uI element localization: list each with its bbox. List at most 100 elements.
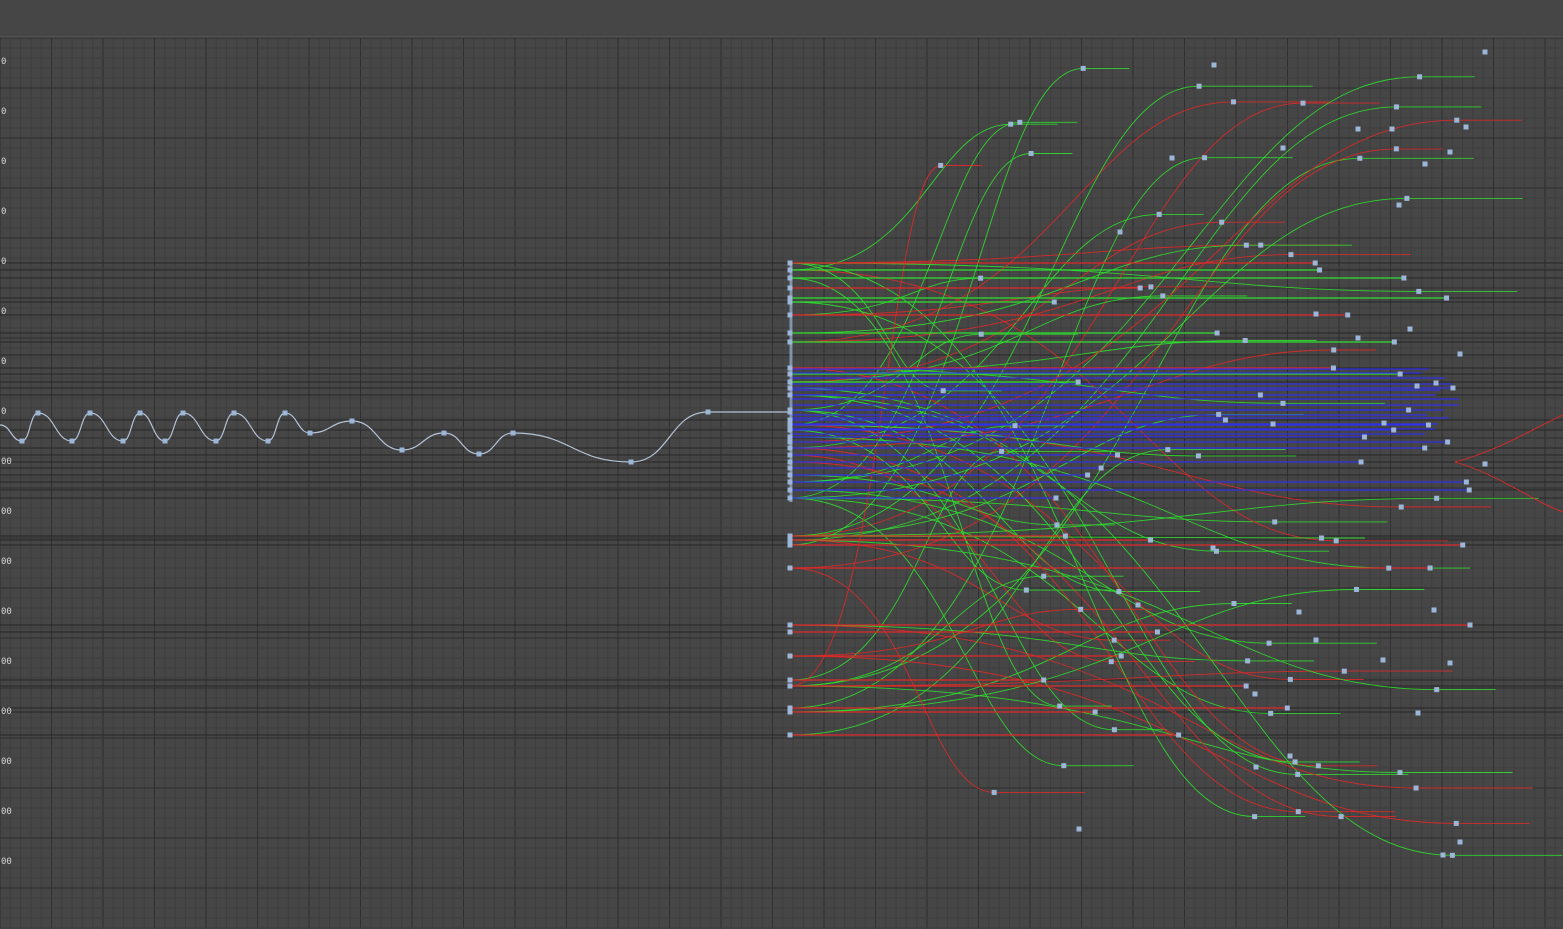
keyframe-icon[interactable]	[1338, 814, 1344, 820]
keyframe-icon[interactable]	[787, 732, 793, 738]
keyframe-icon[interactable]	[399, 447, 405, 453]
keyframe-icon[interactable]	[1242, 337, 1248, 343]
keyframe-icon[interactable]	[1445, 439, 1451, 445]
keyframe-icon[interactable]	[1407, 326, 1413, 332]
keyframe-icon[interactable]	[787, 709, 793, 715]
keyframe-icon[interactable]	[1460, 542, 1466, 548]
keyframe-icon[interactable]	[1154, 629, 1160, 635]
keyframe-icon[interactable]	[1393, 104, 1399, 110]
animation-curve[interactable]	[789, 447, 1395, 813]
keyframe-icon[interactable]	[1148, 537, 1154, 543]
keyframe-icon[interactable]	[1041, 677, 1047, 683]
keyframe-icon[interactable]	[978, 275, 984, 281]
keyframe-icon[interactable]	[1417, 74, 1423, 80]
animation-curve[interactable]	[789, 489, 1377, 644]
keyframe-icon[interactable]	[1160, 293, 1166, 299]
keyframe-icon[interactable]	[510, 430, 516, 436]
keyframe-icon[interactable]	[1078, 606, 1084, 612]
keyframe-icon[interactable]	[1111, 727, 1117, 733]
keyframe-icon[interactable]	[1391, 339, 1397, 345]
keyframe-icon[interactable]	[1272, 519, 1278, 525]
keyframe-icon[interactable]	[1345, 312, 1351, 318]
keyframe-icon[interactable]	[349, 418, 355, 424]
keyframe-icon[interactable]	[1361, 434, 1367, 440]
keyframe-icon[interactable]	[1401, 275, 1407, 281]
keyframe-icon[interactable]	[1231, 601, 1237, 607]
keyframe-icon[interactable]	[1148, 284, 1154, 290]
keyframe-icon[interactable]	[787, 537, 793, 543]
keyframe-icon[interactable]	[1457, 351, 1463, 357]
keyframe-icon[interactable]	[1380, 657, 1386, 663]
keyframe-icon[interactable]	[1413, 785, 1419, 791]
keyframe-icon[interactable]	[1243, 683, 1249, 689]
keyframe-icon[interactable]	[1210, 545, 1216, 551]
keyframe-icon[interactable]	[1482, 49, 1488, 55]
keyframe-icon[interactable]	[1357, 155, 1363, 161]
keyframe-icon[interactable]	[1315, 763, 1321, 769]
keyframe-icon[interactable]	[787, 542, 793, 548]
keyframe-icon[interactable]	[35, 410, 41, 416]
keyframe-icon[interactable]	[1252, 691, 1258, 697]
keyframe-icon[interactable]	[1108, 659, 1114, 665]
keyframe-icon[interactable]	[1135, 602, 1141, 608]
keyframe-icon[interactable]	[1028, 150, 1034, 156]
keyframe-icon[interactable]	[1253, 764, 1259, 770]
keyframe-icon[interactable]	[441, 430, 447, 436]
keyframe-icon[interactable]	[1195, 453, 1201, 459]
keyframe-icon[interactable]	[1137, 285, 1143, 291]
keyframe-icon[interactable]	[1386, 565, 1392, 571]
keyframe-icon[interactable]	[1080, 65, 1086, 71]
keyframe-icon[interactable]	[1467, 622, 1473, 628]
keyframe-icon[interactable]	[1196, 83, 1202, 89]
keyframe-icon[interactable]	[1330, 365, 1336, 371]
keyframe-icon[interactable]	[1023, 587, 1029, 593]
keyframe-icon[interactable]	[1075, 379, 1081, 385]
keyframe-icon[interactable]	[1116, 589, 1122, 595]
keyframe-icon[interactable]	[1057, 703, 1063, 709]
keyframe-icon[interactable]	[1415, 710, 1421, 716]
keyframe-icon[interactable]	[1295, 809, 1301, 815]
keyframe-icon[interactable]	[1355, 335, 1361, 341]
keyframe-icon[interactable]	[1397, 769, 1403, 775]
keyframe-icon[interactable]	[1111, 637, 1117, 643]
keyframe-icon[interactable]	[787, 629, 793, 635]
keyframe-icon[interactable]	[1406, 407, 1412, 413]
keyframe-icon[interactable]	[1434, 687, 1440, 693]
keyframe-icon[interactable]	[231, 410, 237, 416]
keyframe-icon[interactable]	[1280, 145, 1286, 151]
keyframe-icon[interactable]	[991, 789, 997, 795]
keyframe-icon[interactable]	[705, 409, 711, 415]
keyframe-icon[interactable]	[1422, 161, 1428, 167]
keyframe-icon[interactable]	[282, 410, 288, 416]
keyframe-icon[interactable]	[999, 448, 1005, 454]
keyframe-icon[interactable]	[1466, 487, 1472, 493]
keyframe-icon[interactable]	[1444, 295, 1450, 301]
keyframe-icon[interactable]	[1219, 219, 1225, 225]
keyframe-icon[interactable]	[787, 677, 793, 683]
keyframe-icon[interactable]	[1252, 814, 1258, 820]
keyframe-icon[interactable]	[1062, 533, 1068, 539]
keyframe-icon[interactable]	[1447, 149, 1453, 155]
keyframe-icon[interactable]	[1416, 288, 1422, 294]
keyframe-icon[interactable]	[1051, 299, 1057, 305]
keyframe-icon[interactable]	[87, 410, 93, 416]
keyframe-icon[interactable]	[1270, 421, 1276, 427]
keyframe-icon[interactable]	[787, 622, 793, 628]
keyframe-icon[interactable]	[1393, 146, 1399, 152]
keyframe-icon[interactable]	[1454, 117, 1460, 123]
keyframe-icon[interactable]	[1319, 535, 1325, 541]
keyframe-icon[interactable]	[1284, 705, 1290, 711]
keyframe-icon[interactable]	[1211, 62, 1217, 68]
keyframe-icon[interactable]	[1422, 445, 1428, 451]
keyframe-icon[interactable]	[1353, 586, 1359, 592]
keyframe-icon[interactable]	[787, 683, 793, 689]
keyframe-icon[interactable]	[1165, 447, 1171, 453]
keyframe-icon[interactable]	[1440, 852, 1446, 858]
keyframe-icon[interactable]	[1156, 211, 1162, 217]
keyframe-icon[interactable]	[1296, 609, 1302, 615]
keyframe-icon[interactable]	[180, 410, 186, 416]
keyframe-icon[interactable]	[1358, 459, 1364, 465]
keyframe-icon[interactable]	[787, 653, 793, 659]
keyframe-icon[interactable]	[1292, 759, 1298, 765]
keyframe-icon[interactable]	[1313, 637, 1319, 643]
